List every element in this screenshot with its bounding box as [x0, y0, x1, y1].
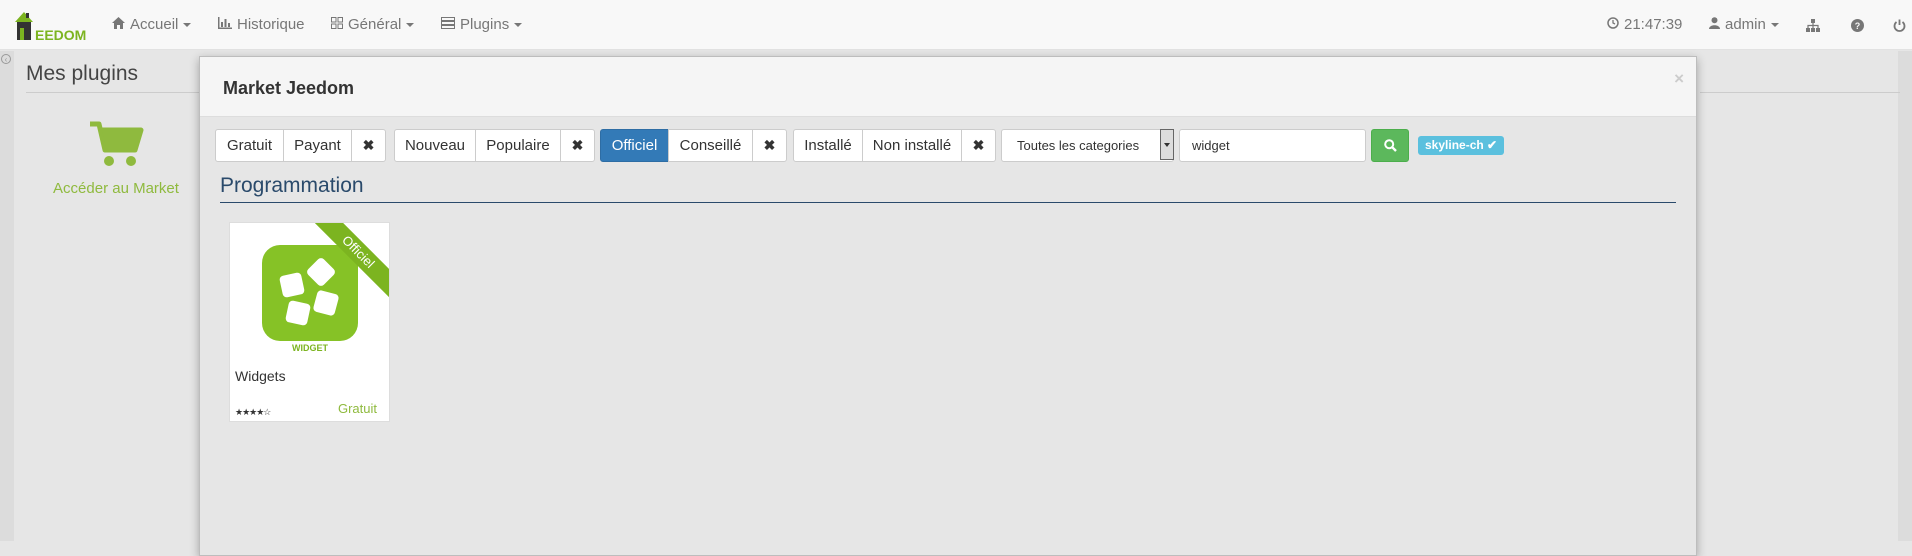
- question-circle-icon: ?: [1850, 18, 1864, 32]
- reset-install-filter-button[interactable]: ✖: [961, 129, 996, 162]
- filter-conseille-button[interactable]: Conseillé: [668, 129, 753, 162]
- close-icon: ✖: [362, 137, 375, 153]
- right-sidebar-strip: [1898, 51, 1912, 541]
- plugin-logo-text: WIDGET: [292, 343, 328, 353]
- divider: [26, 92, 206, 93]
- clock-time: 21:47:39: [1624, 16, 1683, 33]
- help-button[interactable]: ?: [1847, 0, 1867, 50]
- power-icon: [1893, 19, 1905, 32]
- left-sidebar-strip: [0, 51, 14, 541]
- close-icon: ✖: [571, 137, 584, 153]
- plugin-card-widgets[interactable]: WIDGET Officiel Widgets ★★★★☆ Gratuit: [229, 222, 390, 422]
- divider: [1700, 92, 1900, 93]
- chevron-down-icon: [1160, 129, 1174, 160]
- category-heading: Programmation: [220, 174, 364, 197]
- market-shortcut-label: Accéder au Market: [53, 180, 179, 197]
- reset-certification-filter-button[interactable]: ✖: [752, 129, 787, 162]
- nav-historique[interactable]: Historique: [218, 0, 305, 50]
- market-user-badge[interactable]: skyline-ch ✔: [1418, 136, 1505, 155]
- certification-filter-group: Officiel Conseillé ✖: [600, 129, 787, 162]
- price-filter-group: Gratuit Payant ✖: [215, 129, 386, 162]
- market-shortcut[interactable]: Accéder au Market: [46, 120, 186, 197]
- filter-installe-button[interactable]: Installé: [793, 129, 863, 162]
- filter-populaire-button[interactable]: Populaire: [475, 129, 561, 162]
- category-select[interactable]: Toutes les categories: [1001, 129, 1174, 162]
- chevron-down-icon: [1770, 23, 1779, 28]
- modal-header: Market Jeedom ×: [200, 57, 1696, 117]
- search-button[interactable]: [1371, 129, 1409, 162]
- reset-popularity-filter-button[interactable]: ✖: [560, 129, 595, 162]
- filter-gratuit-button[interactable]: Gratuit: [215, 129, 284, 162]
- modal-title: Market Jeedom: [223, 78, 355, 98]
- nav-historique-label: Historique: [237, 16, 305, 33]
- user-menu[interactable]: admin: [1709, 0, 1779, 50]
- filter-non-installe-button[interactable]: Non installé: [862, 129, 962, 162]
- filter-nouveau-button[interactable]: Nouveau: [394, 129, 476, 162]
- close-icon[interactable]: ×: [1674, 69, 1684, 89]
- reset-price-filter-button[interactable]: ✖: [351, 129, 386, 162]
- jeedom-logo[interactable]: EEDOM: [13, 8, 87, 43]
- nav-accueil-label: Accueil: [130, 16, 179, 33]
- user-name: admin: [1725, 16, 1766, 33]
- chevron-down-icon: [406, 23, 415, 28]
- tasks-icon: [441, 0, 455, 50]
- clock: 21:47:39: [1607, 0, 1682, 50]
- bar-chart-icon: [218, 0, 232, 50]
- nav-accueil[interactable]: Accueil: [112, 0, 192, 50]
- svg-text:?: ?: [1854, 21, 1860, 31]
- plugin-name: Widgets: [235, 368, 286, 384]
- user-icon: [1709, 0, 1720, 50]
- chevron-down-icon: [514, 23, 523, 28]
- search-input[interactable]: [1179, 129, 1366, 162]
- collapse-toggle-icon[interactable]: ‹: [1, 54, 11, 64]
- grid-icon: [331, 0, 343, 50]
- home-icon: [112, 0, 125, 50]
- category-select-value: Toutes les categories: [1017, 138, 1140, 153]
- close-icon: ✖: [763, 137, 776, 153]
- chevron-down-icon: [183, 23, 192, 28]
- rating-stars: ★★★★☆: [235, 407, 271, 417]
- network-button[interactable]: [1803, 0, 1823, 50]
- shopping-cart-icon: [90, 121, 144, 166]
- plugin-price: Gratuit: [337, 401, 377, 416]
- power-button[interactable]: [1889, 0, 1909, 50]
- nav-plugins-label: Plugins: [460, 16, 510, 33]
- nav-general-label: Général: [348, 16, 402, 33]
- widget-plugin-logo: [262, 245, 358, 341]
- brand-text: EEDOM: [35, 27, 87, 43]
- nav-plugins[interactable]: Plugins: [441, 0, 523, 50]
- sitemap-icon: [1806, 18, 1820, 32]
- clock-icon: [1607, 0, 1619, 50]
- install-filter-group: Installé Non installé ✖: [793, 129, 996, 162]
- nav-general[interactable]: Général: [331, 0, 415, 50]
- filter-officiel-button[interactable]: Officiel: [600, 129, 669, 162]
- close-icon: ✖: [972, 137, 985, 153]
- divider: [220, 202, 1676, 203]
- market-modal: Market Jeedom × Gratuit Payant ✖ Nouveau…: [199, 56, 1697, 556]
- navbar: EEDOM Accueil Historique Général Plugins…: [0, 0, 1912, 50]
- search-icon: [1383, 139, 1397, 152]
- popularity-filter-group: Nouveau Populaire ✖: [394, 129, 595, 162]
- page-title: Mes plugins: [26, 62, 139, 85]
- filter-payant-button[interactable]: Payant: [283, 129, 352, 162]
